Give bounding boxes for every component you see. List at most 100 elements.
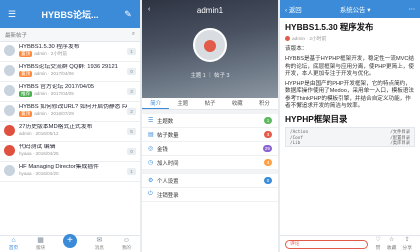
tab-messages[interactable]: ✉ 消息 <box>95 237 104 251</box>
thread-body: HYBBS 官方论坛 2017/04/05 推荐 admin · 2017/04/0… <box>19 84 127 99</box>
article-screen: ‹ 返回 系统公告 ▾ ⋯ HYBBS1.5.30 程序发布 admin · 2… <box>280 0 420 252</box>
thread-title: 代码测试 编辑 <box>19 144 56 150</box>
thread-list-screen: ☰ HYBBS论坛... ✎ 最新帖子 ⌕ HYBBS1.5.30 程序发布 置顶… <box>0 0 140 252</box>
menu-settings[interactable]: ⚙ 个人设置 0 <box>142 174 278 188</box>
thread-meta: hyaaa · 2016/04/20 <box>19 171 127 177</box>
avatar[interactable] <box>4 145 15 156</box>
search-icon[interactable]: ⌕ <box>132 31 135 38</box>
favorite-button[interactable]: ☆ 收藏 <box>387 237 397 251</box>
avatar[interactable] <box>4 65 15 76</box>
thread-body: HYBBS 如何修改URL? 如何开启伪静态 FAQ 置顶 admin · 2016… <box>19 104 127 119</box>
thread-author-time: admin · 2016/07/29 <box>34 111 74 116</box>
menu-topics[interactable]: ☰ 主题数 1 <box>142 114 278 128</box>
thread-tag: 置顶 <box>19 111 33 117</box>
thread-row[interactable]: HYBBS论坛交流群 QQ群: 1936 29121 置顶 admin · 2017… <box>0 62 140 82</box>
menu-label: 个人设置 <box>157 178 179 185</box>
code-line: /类库目录 <box>390 140 410 146</box>
thread-tag: 推荐 <box>19 91 33 97</box>
back-button[interactable]: ‹ 返回 <box>285 5 302 14</box>
tab-home[interactable]: ⌂ 首页 <box>9 237 18 251</box>
thread-author-time: admin · 2016/05/12 <box>19 131 59 136</box>
thread-title: HYBBS 官方论坛 2017/04/05 <box>19 84 95 90</box>
thread-author-time: admin · 2小时前 <box>34 51 68 56</box>
menu-money[interactable]: ◎ 金钱 29 <box>142 142 278 156</box>
new-post-button[interactable]: + <box>62 234 77 248</box>
profile-tabs: 简介 主题 帖子 收藏 积分 <box>142 98 278 110</box>
menu-posts[interactable]: ▤ 帖子数量 3 <box>142 128 278 142</box>
action-label: 分享 <box>402 246 412 251</box>
doc-icon: ▤ <box>148 132 154 138</box>
thread-author-time: admin · 2017/04/06 <box>34 71 74 76</box>
thread-row[interactable]: HYBBS1.5.30 程序发布 置顶 admin · 2小时前 1 <box>0 42 140 62</box>
tab-forums[interactable]: ▦ 版块 <box>36 237 45 251</box>
comment-input[interactable]: 评论 <box>285 239 369 249</box>
bottom-tab-bar: ⌂ 首页 ▦ 版块 + ✉ 消息 ☺ 我的 <box>0 234 140 252</box>
thread-author-time: hyaaa · 2016/04/25 <box>19 151 59 156</box>
avatar[interactable] <box>4 45 15 56</box>
thread-row[interactable]: 代码测试 编辑 hyaaa · 2016/04/25 0 <box>0 142 140 162</box>
thread-row[interactable]: HF Managing Director集成插件 hyaaa · 2016/04/… <box>0 162 140 182</box>
menu-logout[interactable]: ⏻ 注销登录 <box>142 188 278 202</box>
avatar[interactable] <box>4 85 15 96</box>
article-action-bar: 评论 ♡ 赞 ☆ 收藏 ⇪ 分享 <box>280 235 420 252</box>
menu-join-time[interactable]: ◷ 加入时间 4 <box>142 156 278 170</box>
gear-icon: ⚙ <box>148 178 154 184</box>
like-button[interactable]: ♡ 赞 <box>375 237 380 251</box>
code-line: /Lib <box>290 140 301 146</box>
article-body: HYBBS1.5.30 程序发布 admin · 2小时前 该版本： HYBBS… <box>280 18 420 151</box>
article-title: HYBBS1.5.30 程序发布 <box>285 22 374 32</box>
avatar[interactable] <box>4 125 15 136</box>
thread-tag: 置顶 <box>19 71 33 77</box>
coin-icon: ◎ <box>148 146 154 152</box>
tab-label: 我的 <box>121 245 132 250</box>
avatar[interactable] <box>193 28 227 62</box>
tab-me[interactable]: ☺ 我的 <box>122 237 131 251</box>
count-badge: 1 <box>264 117 272 124</box>
thread-title: HYBBS论坛交流群 QQ群: 1936 29121 <box>19 64 118 70</box>
thread-meta: 置顶 admin · 2小时前 <box>19 51 127 57</box>
tab-posts[interactable]: 帖子 <box>196 98 223 109</box>
article-top-bar: ‹ 返回 系统公告 ▾ ⋯ <box>280 0 420 18</box>
list-icon: ☰ <box>148 118 154 124</box>
share-button[interactable]: ⇪ 分享 <box>402 237 412 251</box>
avatar[interactable] <box>4 105 15 116</box>
thread-meta: admin · 2016/05/12 <box>19 131 127 137</box>
tab-topics[interactable]: 主题 <box>169 98 196 109</box>
logout-icon: ⏻ <box>148 191 153 197</box>
action-label: 赞 <box>375 246 381 251</box>
more-icon[interactable]: ⋯ <box>409 5 415 13</box>
reply-count: 0 <box>127 68 136 75</box>
filter-label[interactable]: 最新帖子 <box>5 31 132 39</box>
menu-label: 金钱 <box>157 146 168 153</box>
tab-favorites[interactable]: 收藏 <box>224 98 251 109</box>
thread-meta: 置顶 admin · 2016/07/29 <box>19 111 127 117</box>
thread-meta: hyaaa · 2016/04/25 <box>19 151 127 157</box>
thread-title: HF Managing Director集成插件 <box>19 164 99 170</box>
count-badge: 3 <box>264 131 272 138</box>
menu-icon[interactable]: ☰ <box>6 9 18 20</box>
thread-row[interactable]: HYBBS 官方论坛 2017/04/05 推荐 admin · 2017/04/0… <box>0 82 140 102</box>
edit-icon[interactable]: ✎ <box>122 9 134 20</box>
thread-list: HYBBS1.5.30 程序发布 置顶 admin · 2小时前 1 HYBBS论坛交流… <box>0 42 140 182</box>
profile-username: admin1 <box>196 6 224 15</box>
thread-row[interactable]: HYBBS 如何修改URL? 如何开启伪静态 FAQ 置顶 admin · 2016… <box>0 102 140 122</box>
forum-selector[interactable]: 系统公告 ▾ <box>302 5 409 14</box>
profile-stats: 主题 1 ｜ 帖子 3 <box>190 73 230 79</box>
thread-author-time: hyaaa · 2016/04/20 <box>19 171 59 176</box>
tab-intro[interactable]: 简介 <box>142 98 170 109</box>
tab-points[interactable]: 积分 <box>251 98 278 109</box>
menu-label: 注销登录 <box>157 192 179 199</box>
thread-row[interactable]: 27历史版本MD格式正式发布 admin · 2016/05/12 5 <box>0 122 140 142</box>
thread-body: HYBBS1.5.30 程序发布 置顶 admin · 2小时前 <box>19 44 127 59</box>
thread-body: HYBBS论坛交流群 QQ群: 1936 29121 置顶 admin · 2017… <box>19 64 127 79</box>
thread-meta: 置顶 admin · 2017/04/06 <box>19 71 127 77</box>
thread-body: HF Managing Director集成插件 hyaaa · 2016/04/… <box>19 164 127 179</box>
author-avatar[interactable] <box>285 36 290 41</box>
clock-icon: ◷ <box>148 160 154 166</box>
avatar[interactable] <box>4 165 15 176</box>
app-title: HYBBS论坛... <box>41 9 99 20</box>
paragraph: 该版本： <box>285 46 308 52</box>
filter-bar: 最新帖子 ⌕ <box>0 28 140 42</box>
thread-tag: 置顶 <box>19 51 33 57</box>
thread-author-time: admin · 2017/04/05 <box>34 91 74 96</box>
